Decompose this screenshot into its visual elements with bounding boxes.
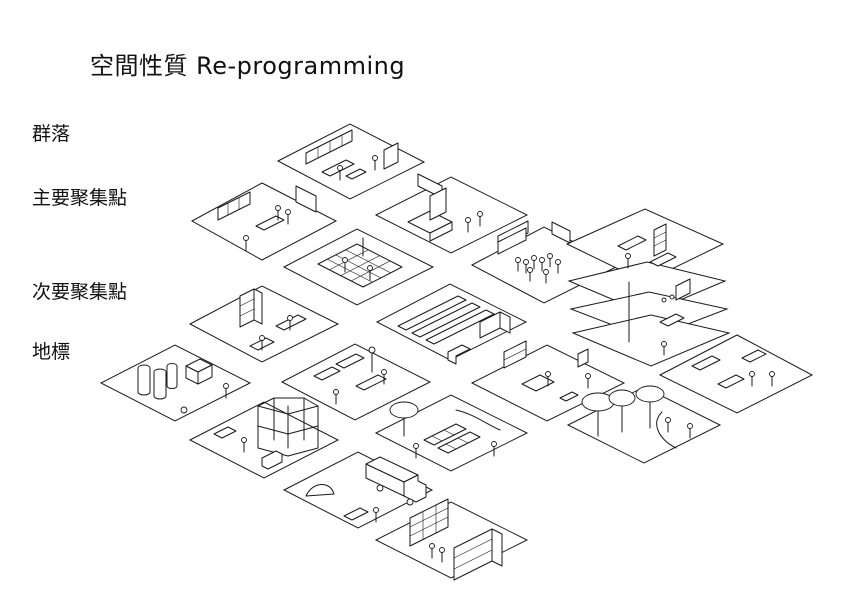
tile-workshop <box>188 285 340 363</box>
tile-shelves <box>374 501 529 579</box>
isometric-diagram <box>99 123 814 581</box>
